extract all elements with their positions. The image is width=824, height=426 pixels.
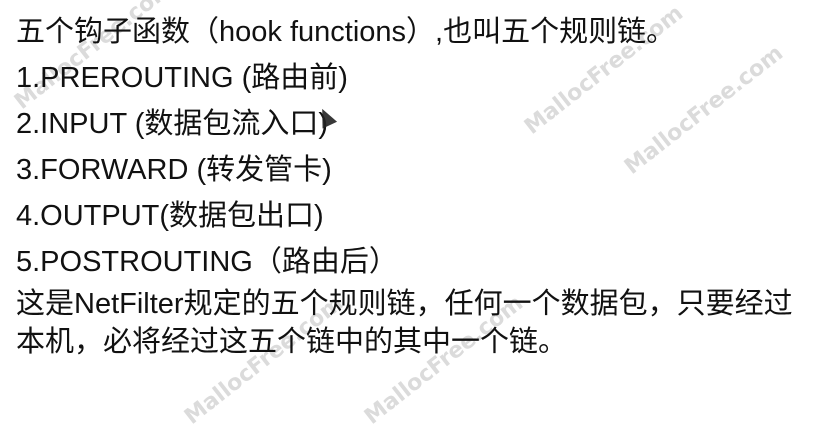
chain-item-forward: 3.FORWARD (转发管卡) [16, 154, 332, 186]
intro-heading: 五个钩子函数（hook functions）,也叫五个规则链。 [16, 16, 676, 48]
slide-canvas: MallocFree.com MallocFree.com MallocFree… [0, 0, 824, 426]
slide-content: 五个钩子函数（hook functions）,也叫五个规则链。 1.PREROU… [16, 9, 816, 361]
chain-item-output: 4.OUTPUT(数据包出口) [16, 200, 324, 232]
chain-item-prerouting: 1.PREROUTING (路由前) [16, 62, 348, 94]
description-paragraph: 这是NetFilter规定的五个规则链，任何一个数据包，只要经过本机，必将经过这… [16, 288, 793, 358]
chain-item-postrouting: 5.POSTROUTING（路由后） [16, 246, 398, 278]
chain-item-input: 2.INPUT (数据包流入口) [16, 108, 329, 140]
